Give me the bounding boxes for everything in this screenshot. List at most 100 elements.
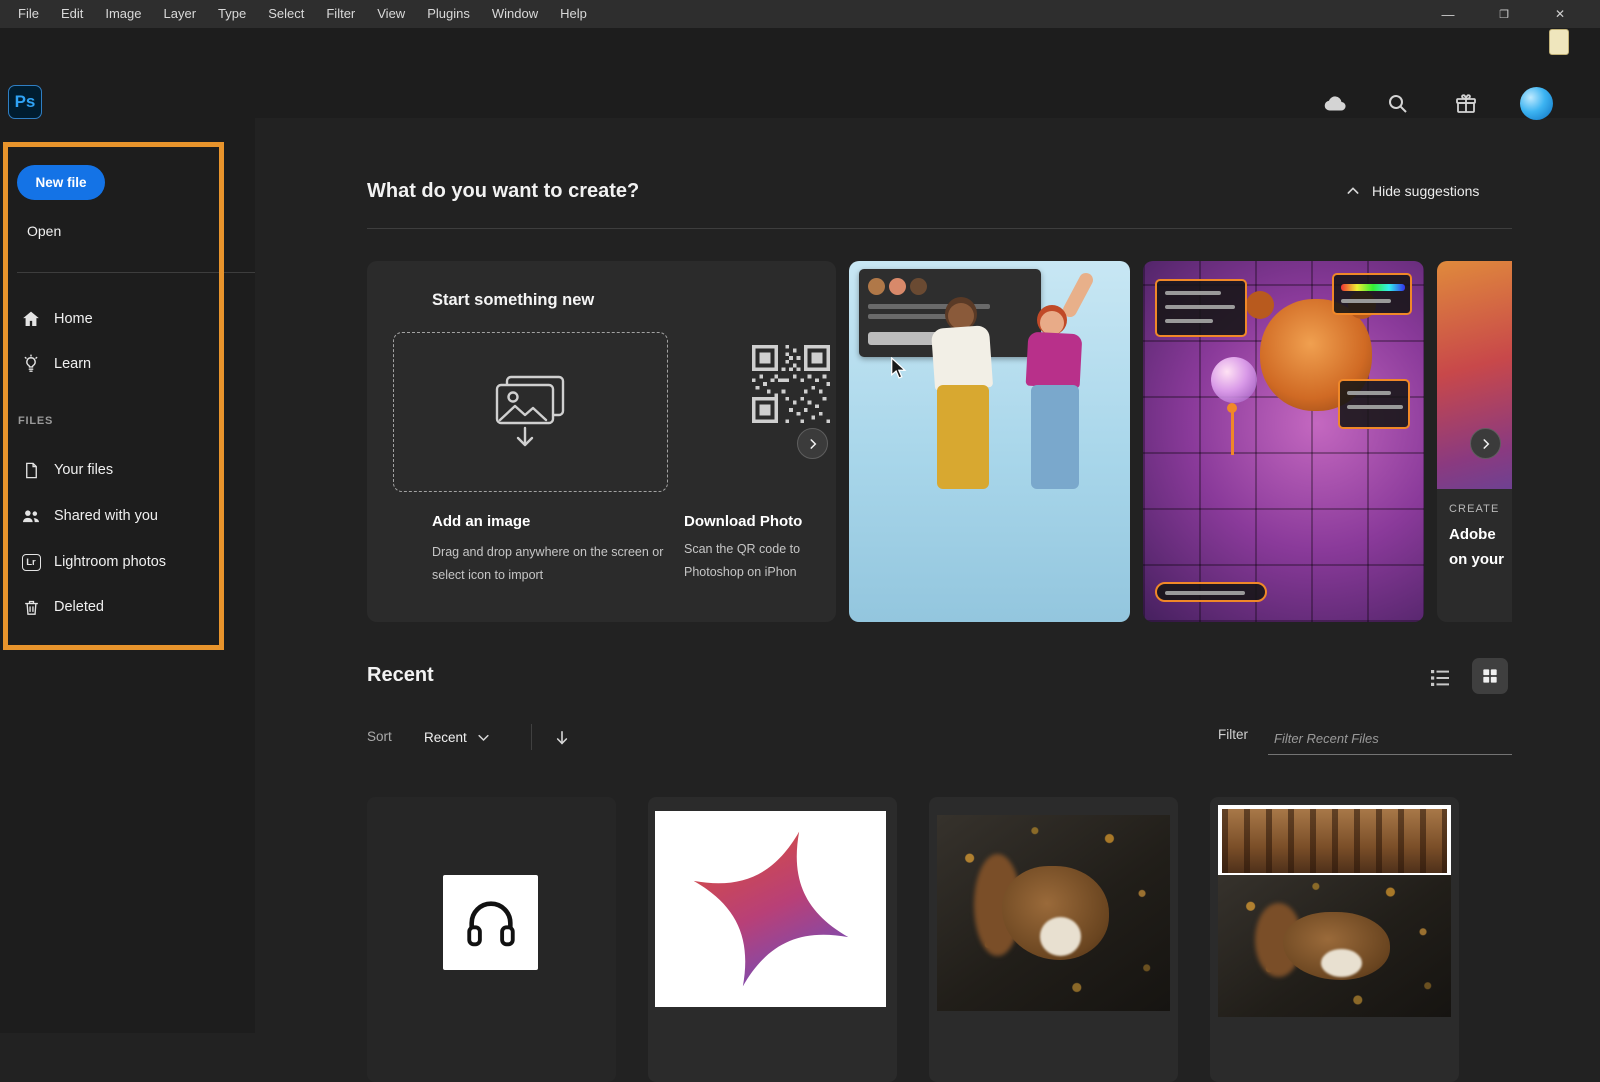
file-icon [21, 460, 41, 480]
file-thumbnail [655, 811, 886, 1007]
add-image-dropzone[interactable] [393, 332, 668, 492]
decor-bar [1347, 391, 1391, 395]
squirrel-photo [1218, 875, 1451, 1017]
sidebar-item-deleted[interactable]: Deleted [0, 589, 255, 625]
recent-file-card[interactable] [648, 797, 897, 1082]
decor-person-top [1026, 332, 1083, 389]
grid-view-button[interactable] [1472, 658, 1508, 694]
menu-bar: File Edit Image Layer Type Select Filter… [0, 0, 1600, 28]
decor-connector-dot [1227, 403, 1237, 413]
add-image-title: Add an image [432, 513, 530, 530]
decor-bar [1165, 305, 1235, 309]
menu-filter[interactable]: Filter [315, 0, 366, 28]
menu-help[interactable]: Help [549, 0, 598, 28]
sidebar-item-label: Shared with you [54, 508, 158, 524]
decor-bar [1165, 291, 1221, 295]
filter-label: Filter [1218, 727, 1248, 742]
sidebar-item-learn[interactable]: Learn [0, 346, 255, 382]
menu-select[interactable]: Select [257, 0, 315, 28]
list-view-button[interactable] [1428, 664, 1456, 692]
sidebar-item-label: Home [54, 311, 93, 327]
sort-separator [531, 724, 532, 750]
sidebar-item-shared[interactable]: Shared with you [0, 498, 255, 534]
sort-direction-button[interactable] [552, 726, 576, 750]
recent-file-card[interactable] [367, 797, 616, 1082]
select-details-photo [849, 261, 1130, 622]
quick-skill-guide-image [1143, 261, 1424, 622]
cloud-sync-icon[interactable] [1321, 90, 1349, 118]
page-title: What do you want to create? [367, 180, 639, 203]
sidebar-item-label: Lightroom photos [54, 554, 166, 570]
sidebar-item-lightroom[interactable]: Lr Lightroom photos [0, 544, 255, 580]
minimize-button[interactable]: — [1425, 0, 1471, 28]
decor-squirrel-belly [1040, 917, 1082, 956]
menu-layer[interactable]: Layer [153, 0, 208, 28]
decor-person-arm [1061, 271, 1096, 320]
quick-skill-guide-card[interactable]: QUICK SKILL GUIDE Find the tools you nee… [1143, 261, 1424, 622]
files-section-heading: FILES [18, 415, 53, 427]
search-icon[interactable] [1384, 90, 1412, 118]
card-title-line1: Adobe [1449, 524, 1512, 547]
decor-avatar [889, 278, 906, 295]
menu-edit[interactable]: Edit [50, 0, 94, 28]
gift-icon[interactable] [1452, 90, 1480, 118]
menu-file[interactable]: File [7, 0, 50, 28]
file-thumbnail [1218, 805, 1451, 1017]
decor-person-pants [937, 385, 989, 489]
card-eyebrow: CREATE [1449, 503, 1512, 515]
hide-suggestions-button[interactable]: Hide suggestions [1345, 183, 1479, 199]
filter-recent-files-input[interactable] [1268, 722, 1512, 755]
chevron-up-icon [1345, 183, 1361, 199]
add-image-description: Drag and drop anywhere on the screen or … [432, 541, 694, 586]
sidebar-item-label: Learn [54, 356, 91, 372]
decor-panel [1155, 279, 1247, 337]
corner-note-icon[interactable] [1549, 29, 1569, 55]
recent-files-grid [367, 797, 1459, 1082]
decor-bar [1165, 591, 1245, 595]
menu-window[interactable]: Window [481, 0, 549, 28]
hide-suggestions-label: Hide suggestions [1372, 183, 1479, 199]
recent-file-card[interactable] [1210, 797, 1459, 1082]
menu-plugins[interactable]: Plugins [416, 0, 481, 28]
sort-dropdown[interactable]: Recent [424, 722, 491, 752]
close-button[interactable]: ✕ [1537, 0, 1583, 28]
learn-icon [21, 354, 41, 374]
decor-color-bar [1341, 284, 1405, 291]
file-thumbnail [443, 875, 538, 970]
sidebar-item-your-files[interactable]: Your files [0, 452, 255, 488]
bookshelf-photo [1222, 809, 1447, 873]
decor-avatar [910, 278, 927, 295]
image-add-icon [483, 372, 579, 452]
start-something-new-card: Start something new Add an image Drag an… [367, 261, 836, 622]
decor-panel [1338, 379, 1410, 429]
decor-bar [1347, 405, 1403, 409]
file-thumbnail [937, 815, 1170, 1011]
start-card-title: Start something new [432, 291, 594, 310]
sidebar-item-home[interactable]: Home [0, 301, 255, 337]
decor-connector-line [1231, 407, 1234, 455]
recent-file-card[interactable] [929, 797, 1178, 1082]
recent-heading: Recent [367, 664, 434, 687]
menu-type[interactable]: Type [207, 0, 257, 28]
maximize-button[interactable]: ❐ [1481, 0, 1527, 28]
trash-icon [21, 597, 41, 617]
decor-person-jeans [1031, 385, 1079, 489]
menu-image[interactable]: Image [94, 0, 152, 28]
qr-description-line1: Scan the QR code to [684, 542, 800, 556]
qr-description-line2: Photoshop on iPhon [684, 565, 797, 579]
start-card-next-button[interactable] [797, 428, 828, 459]
carousel-next-button[interactable] [1470, 428, 1501, 459]
decor-bar [1165, 319, 1213, 323]
open-button[interactable]: Open [27, 223, 61, 239]
select-details-card[interactable]: SELECT DETAILS Quickly isolate tricky de… [849, 261, 1130, 622]
card-title-line2: on your [1449, 549, 1512, 572]
home-icon [21, 309, 41, 329]
menu-view[interactable]: View [366, 0, 416, 28]
sidebar: New file Open Home Learn FILES Your file… [0, 118, 255, 1033]
suggestions-carousel: Start something new Add an image Drag an… [367, 261, 1512, 622]
decor-avatar [868, 278, 885, 295]
decor-panel [1332, 273, 1412, 315]
sort-label: Sort [367, 729, 392, 744]
account-avatar[interactable] [1520, 87, 1553, 120]
new-file-button[interactable]: New file [17, 165, 105, 200]
